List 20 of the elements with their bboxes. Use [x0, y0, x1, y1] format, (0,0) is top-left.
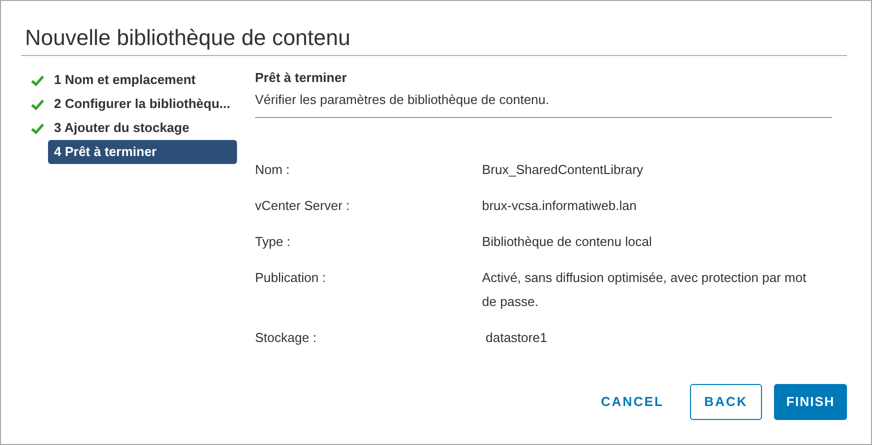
wizard-step[interactable]: 2 Configurer la bibliothèqu... — [48, 92, 237, 116]
field-value: brux-vcsa.informatiweb.lan — [482, 197, 638, 215]
field-value: datastore1 — [484, 329, 548, 347]
wizard-step[interactable]: 3 Ajouter du stockage — [48, 116, 237, 140]
wizard-step[interactable]: 1 Nom et emplacement — [48, 68, 237, 92]
section-title: Prêt à terminer — [255, 69, 348, 87]
wizard-step[interactable]: 4 Prêt à terminer — [48, 140, 237, 164]
field-label: Stockage : — [255, 329, 318, 347]
field-label: vCenter Server : — [255, 197, 351, 215]
field-label: Nom : — [255, 161, 291, 179]
finish-button[interactable]: FINISH — [774, 384, 847, 420]
field-value: Activé, sans diffusion optimisée, avec protection par mot de passe. — [482, 269, 808, 311]
field-label: Publication : — [255, 269, 327, 287]
section-subtitle: Vérifier les paramètres de bibliothèque de contenu. — [255, 91, 550, 109]
cancel-button[interactable]: CANCEL — [588, 384, 676, 420]
field-value: Bibliothèque de contenu local — [482, 233, 653, 251]
back-button[interactable]: BACK — [690, 384, 762, 420]
field-label: Type : — [255, 233, 292, 251]
field-value: Brux_SharedContentLibrary — [482, 161, 644, 179]
dialog-title: Nouvelle bibliothèque de contenu — [24, 24, 352, 52]
